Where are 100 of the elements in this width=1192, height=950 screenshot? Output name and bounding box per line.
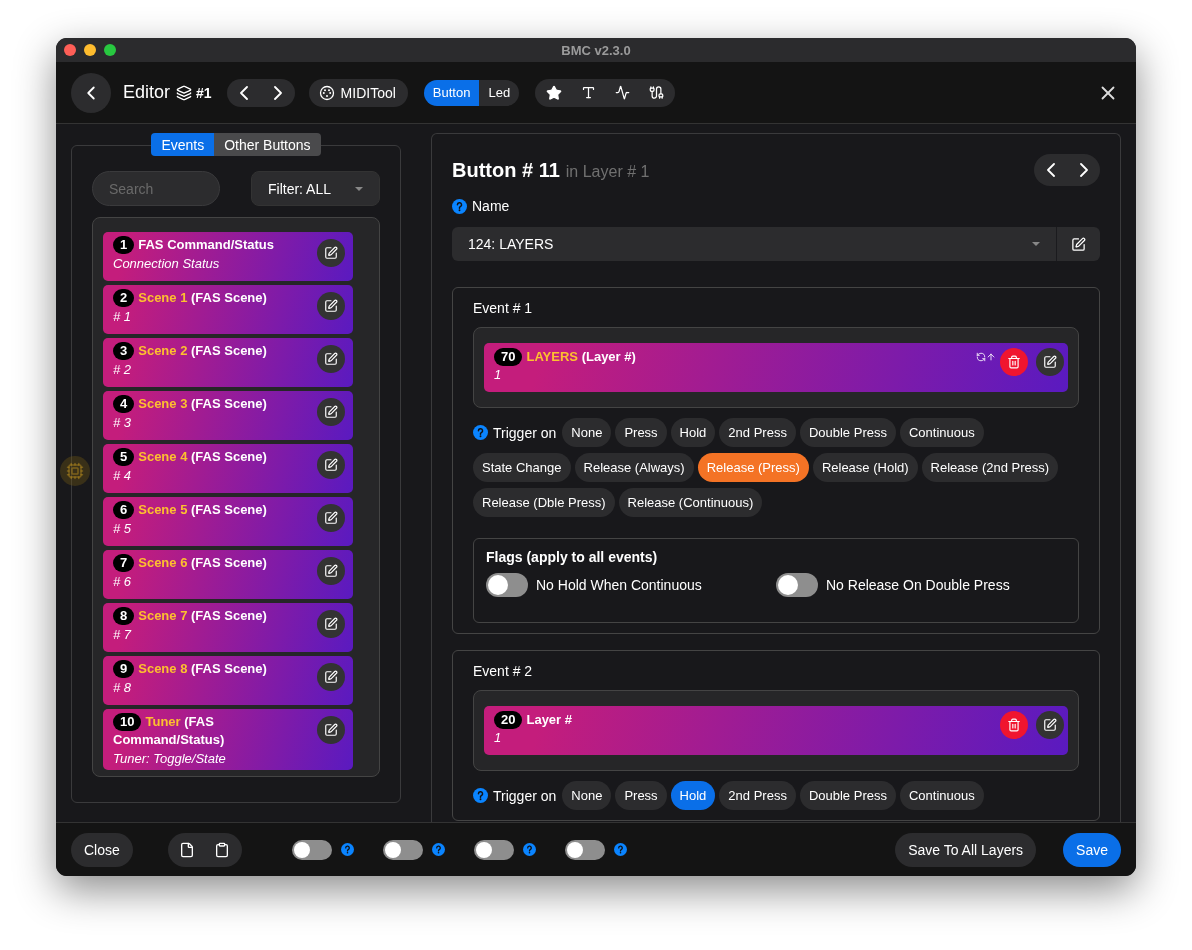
- trigger-option[interactable]: None: [562, 418, 612, 447]
- edit-button[interactable]: [317, 557, 345, 585]
- trigger-option[interactable]: Hold: [670, 418, 716, 447]
- panel-tab[interactable]: Other Buttons: [214, 133, 321, 156]
- event-card[interactable]: 20 Layer # 1: [484, 706, 1068, 755]
- flag-label: No Release On Double Press: [826, 577, 1010, 593]
- back-button[interactable]: [71, 72, 111, 113]
- close-window-button[interactable]: [64, 44, 76, 56]
- event-card[interactable]: 70 LAYERS (Layer #) 1: [484, 343, 1068, 392]
- trigger-option[interactable]: Release (Hold): [812, 453, 918, 482]
- toggle-switch[interactable]: [291, 839, 332, 860]
- trigger-option[interactable]: Release (2nd Press): [921, 453, 1059, 482]
- trigger-option[interactable]: 2nd Press: [719, 418, 796, 447]
- toggle-switch[interactable]: [382, 839, 423, 860]
- help-icon[interactable]: [431, 843, 445, 856]
- event-title: 1 FAS Command/Status: [113, 236, 311, 254]
- minimize-window-button[interactable]: [84, 44, 96, 56]
- delete-button[interactable]: [1000, 348, 1028, 376]
- trigger-option[interactable]: None: [562, 781, 612, 810]
- help-icon[interactable]: [452, 198, 467, 214]
- trigger-option[interactable]: Continuous: [899, 781, 984, 810]
- event-card[interactable]: 7 Scene 6 (FAS Scene) # 6: [103, 550, 353, 599]
- event-card[interactable]: 8 Scene 7 (FAS Scene) # 7: [103, 603, 353, 652]
- clipboard-icon: [214, 841, 231, 858]
- event-title: 3 Scene 2 (FAS Scene): [113, 342, 311, 360]
- trigger-option[interactable]: Double Press: [799, 781, 896, 810]
- trigger-option[interactable]: 2nd Press: [719, 781, 796, 810]
- number-badge: 2: [113, 289, 135, 307]
- edit-icon: [324, 511, 338, 525]
- save-button[interactable]: Save: [1063, 832, 1121, 867]
- edit-button[interactable]: [1036, 711, 1064, 739]
- filter-dropdown[interactable]: Filter: ALL: [251, 171, 380, 206]
- trigger-option[interactable]: Release (Always): [574, 453, 694, 482]
- trigger-label: Trigger on: [493, 424, 557, 441]
- edit-button[interactable]: [1036, 348, 1064, 376]
- event-card[interactable]: 10 Tuner (FAS Command/Status) Tuner: Toggle/State: [103, 709, 353, 770]
- event-card[interactable]: 6 Scene 5 (FAS Scene) # 5: [103, 497, 353, 546]
- edit-button[interactable]: [317, 239, 345, 267]
- event-card[interactable]: 2 Scene 1 (FAS Scene) # 1: [103, 285, 353, 334]
- edit-button[interactable]: [317, 716, 345, 744]
- trigger-option[interactable]: Double Press: [799, 418, 896, 447]
- search-field[interactable]: Search: [92, 171, 220, 206]
- close-button[interactable]: Close: [71, 832, 133, 867]
- name-select[interactable]: 124: LAYERS: [452, 227, 1100, 261]
- edit-icon: [324, 458, 338, 472]
- help-icon[interactable]: [340, 843, 354, 856]
- event-card[interactable]: 9 Scene 8 (FAS Scene) # 8: [103, 656, 353, 705]
- toggle-switch[interactable]: [486, 573, 528, 597]
- event-heading: Event # 1: [473, 300, 534, 316]
- event-title: 20 Layer #: [494, 711, 994, 729]
- help-icon[interactable]: [522, 843, 536, 856]
- toggle-switch[interactable]: [473, 839, 514, 860]
- event-card[interactable]: 1 FAS Command/Status Connection Status: [103, 232, 353, 281]
- flag-label: No Hold When Continuous: [536, 577, 702, 593]
- midi-port-icon: [318, 84, 335, 101]
- toggle-switch[interactable]: [564, 839, 605, 860]
- number-badge: 3: [113, 342, 135, 360]
- trigger-option[interactable]: State Change: [473, 453, 571, 482]
- trigger-option[interactable]: Press: [615, 781, 667, 810]
- trigger-option[interactable]: Continuous: [899, 418, 984, 447]
- edit-button[interactable]: [317, 610, 345, 638]
- window-title: BMC v2.3.0: [561, 42, 631, 58]
- event-value: 1: [494, 730, 503, 745]
- event-title: 9 Scene 8 (FAS Scene): [113, 660, 311, 678]
- trigger-option[interactable]: Release (Continuous): [618, 488, 763, 517]
- mode-tab[interactable]: Led: [479, 79, 520, 106]
- flags-title: Flags (apply to all events): [486, 549, 659, 565]
- mode-tab[interactable]: Button: [423, 79, 480, 106]
- edit-button[interactable]: [317, 292, 345, 320]
- save-all-layers-button[interactable]: Save To All Layers: [895, 832, 1037, 867]
- edit-button[interactable]: [317, 398, 345, 426]
- trigger-option[interactable]: Hold: [670, 781, 716, 810]
- event-title: 70 LAYERS (Layer #): [494, 348, 970, 366]
- edit-button[interactable]: [317, 663, 345, 691]
- event-subtitle: # 6: [113, 574, 133, 589]
- number-badge: 4: [113, 395, 135, 413]
- edit-button[interactable]: [317, 345, 345, 373]
- panel-tab[interactable]: Events: [151, 133, 215, 156]
- trigger-option[interactable]: Press: [615, 418, 667, 447]
- event-title: 5 Scene 4 (FAS Scene): [113, 448, 311, 466]
- help-icon[interactable]: [473, 788, 488, 803]
- event-subtitle: # 4: [113, 468, 133, 483]
- miditool-button[interactable]: MIDITool: [308, 78, 408, 107]
- chevron-right-icon: [273, 85, 282, 100]
- document-icon: [179, 841, 196, 858]
- edit-button[interactable]: [317, 451, 345, 479]
- delete-button[interactable]: [1000, 711, 1028, 739]
- event-card[interactable]: 3 Scene 2 (FAS Scene) # 2: [103, 338, 353, 387]
- trigger-option[interactable]: Release (Dble Press): [473, 488, 615, 517]
- chip-icon: [60, 456, 90, 486]
- toggle-switch[interactable]: [776, 573, 818, 597]
- name-value: 124: LAYERS: [468, 236, 554, 252]
- edit-button[interactable]: [317, 504, 345, 532]
- help-icon[interactable]: [613, 843, 627, 856]
- trash-icon: [1007, 355, 1021, 369]
- event-subtitle: # 5: [113, 521, 133, 536]
- event-card[interactable]: 5 Scene 4 (FAS Scene) # 4: [103, 444, 353, 493]
- help-icon[interactable]: [473, 425, 488, 440]
- event-card[interactable]: 4 Scene 3 (FAS Scene) # 3: [103, 391, 353, 440]
- zoom-window-button[interactable]: [104, 44, 116, 56]
